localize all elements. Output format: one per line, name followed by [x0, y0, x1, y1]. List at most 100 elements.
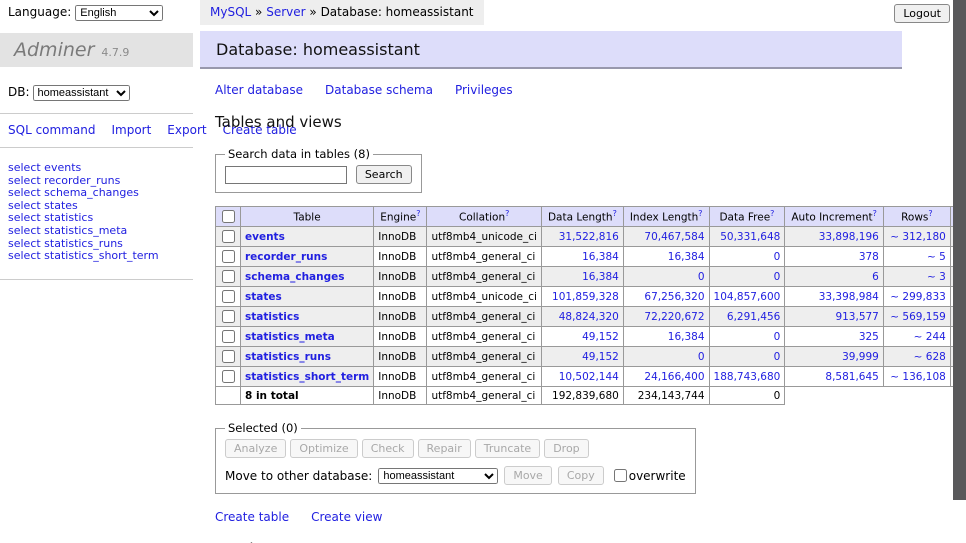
overwrite-checkbox[interactable] — [614, 469, 627, 482]
table-name-link[interactable]: statistics_meta — [245, 331, 335, 343]
auto-increment-cell[interactable]: 6 — [785, 267, 884, 287]
engine-cell: InnoDB — [374, 227, 427, 247]
table-name-link[interactable]: states — [245, 291, 282, 303]
help-icon[interactable]: ? — [416, 209, 420, 218]
rows-count-cell[interactable]: ~ 569,159 — [883, 307, 950, 327]
sidebar-select-table-link[interactable]: select recorder_runs — [8, 174, 120, 187]
row-checkbox[interactable] — [222, 370, 235, 383]
move-database-select[interactable]: homeassistant — [378, 468, 498, 484]
auto-increment-cell[interactable]: 33,398,984 — [785, 287, 884, 307]
table-name-link[interactable]: recorder_runs — [245, 251, 327, 263]
table-operation-button[interactable]: Analyze — [225, 439, 286, 458]
language-select[interactable]: English — [75, 5, 163, 21]
table-operation-button[interactable]: Check — [362, 439, 414, 458]
data-length-cell[interactable]: 101,859,328 — [541, 287, 623, 307]
move-copy-button[interactable]: Move — [504, 466, 552, 485]
auto-increment-cell[interactable]: 325 — [785, 327, 884, 347]
search-input[interactable] — [225, 166, 347, 184]
index-length-cell[interactable]: 16,384 — [623, 247, 709, 267]
row-checkbox[interactable] — [222, 350, 235, 363]
data-free-cell[interactable]: 0 — [709, 327, 785, 347]
index-length-cell[interactable]: 70,467,584 — [623, 227, 709, 247]
create-table-link[interactable]: Create table — [215, 510, 289, 524]
table-operation-button[interactable]: Drop — [544, 439, 588, 458]
sidebar-select-table-link[interactable]: select events — [8, 161, 81, 174]
index-length-cell[interactable]: 16,384 — [623, 327, 709, 347]
row-checkbox[interactable] — [222, 310, 235, 323]
auto-increment-cell[interactable]: 913,577 — [785, 307, 884, 327]
breadcrumb-server-link[interactable]: Server — [266, 5, 305, 19]
scrollbar-thumb[interactable] — [953, 0, 966, 500]
create-view-link[interactable]: Create view — [311, 510, 382, 524]
auto-increment-cell[interactable]: 8,581,645 — [785, 367, 884, 387]
data-length-cell[interactable]: 49,152 — [541, 327, 623, 347]
table-operation-button[interactable]: Optimize — [290, 439, 357, 458]
rows-count-cell[interactable]: ~ 244 — [883, 327, 950, 347]
alter-database-link[interactable]: Alter database — [215, 83, 303, 97]
data-length-cell[interactable]: 16,384 — [541, 247, 623, 267]
total-index-length-cell: 234,143,744 — [623, 387, 709, 405]
sidebar-select-table-link[interactable]: select schema_changes — [8, 186, 139, 199]
index-length-cell[interactable]: 72,220,672 — [623, 307, 709, 327]
sidebar-link-sql-command[interactable]: SQL command — [8, 123, 95, 137]
rows-count-cell[interactable]: ~ 628 — [883, 347, 950, 367]
auto-increment-cell[interactable]: 39,999 — [785, 347, 884, 367]
data-free-cell[interactable]: 6,291,456 — [709, 307, 785, 327]
table-operation-button[interactable]: Truncate — [475, 439, 540, 458]
data-length-cell[interactable]: 10,502,144 — [541, 367, 623, 387]
select-all-checkbox[interactable] — [222, 210, 235, 223]
sidebar-select-table-link[interactable]: select statistics — [8, 211, 93, 224]
row-checkbox[interactable] — [222, 270, 235, 283]
data-free-cell[interactable]: 0 — [709, 267, 785, 287]
help-icon[interactable]: ? — [505, 209, 509, 218]
table-name-link[interactable]: statistics_short_term — [245, 371, 369, 383]
table-name-link[interactable]: events — [245, 231, 285, 243]
rows-count-cell[interactable]: ~ 3 — [883, 267, 950, 287]
sidebar-select-table-link[interactable]: select statistics_runs — [8, 237, 123, 250]
move-copy-button[interactable]: Copy — [558, 466, 604, 485]
index-length-cell[interactable]: 0 — [623, 267, 709, 287]
index-length-cell[interactable]: 0 — [623, 347, 709, 367]
table-name-link[interactable]: statistics_runs — [245, 351, 331, 363]
data-length-cell[interactable]: 31,522,816 — [541, 227, 623, 247]
auto-increment-cell[interactable]: 378 — [785, 247, 884, 267]
auto-increment-cell[interactable]: 33,898,196 — [785, 227, 884, 247]
sidebar-select-table-link[interactable]: select statistics_meta — [8, 224, 127, 237]
data-free-cell[interactable]: 104,857,600 — [709, 287, 785, 307]
data-length-cell[interactable]: 16,384 — [541, 267, 623, 287]
logout-button[interactable]: Logout — [894, 4, 950, 23]
help-icon[interactable]: ? — [928, 209, 932, 218]
rows-count-cell[interactable]: ~ 299,833 — [883, 287, 950, 307]
data-length-cell[interactable]: 49,152 — [541, 347, 623, 367]
rows-count-cell[interactable]: ~ 312,180 — [883, 227, 950, 247]
data-free-cell[interactable]: 0 — [709, 347, 785, 367]
database-schema-link[interactable]: Database schema — [325, 83, 433, 97]
privileges-link[interactable]: Privileges — [455, 83, 513, 97]
help-icon[interactable]: ? — [613, 209, 617, 218]
data-free-cell[interactable]: 188,743,680 — [709, 367, 785, 387]
sidebar-select-table-link[interactable]: select states — [8, 199, 78, 212]
row-checkbox[interactable] — [222, 290, 235, 303]
breadcrumb-mysql-link[interactable]: MySQL — [210, 5, 251, 19]
rows-count-cell[interactable]: ~ 5 — [883, 247, 950, 267]
row-checkbox[interactable] — [222, 230, 235, 243]
row-checkbox[interactable] — [222, 330, 235, 343]
help-icon[interactable]: ? — [770, 209, 774, 218]
table-operation-button[interactable]: Repair — [418, 439, 471, 458]
table-name-link[interactable]: schema_changes — [245, 271, 345, 283]
data-length-cell[interactable]: 48,824,320 — [541, 307, 623, 327]
sidebar-select-table-link[interactable]: select statistics_short_term — [8, 249, 159, 262]
index-length-cell[interactable]: 67,256,320 — [623, 287, 709, 307]
index-length-cell[interactable]: 24,166,400 — [623, 367, 709, 387]
data-free-cell[interactable]: 0 — [709, 247, 785, 267]
data-free-cell[interactable]: 50,331,648 — [709, 227, 785, 247]
row-checkbox[interactable] — [222, 250, 235, 263]
vertical-scrollbar[interactable] — [953, 0, 966, 543]
help-icon[interactable]: ? — [873, 209, 877, 218]
search-button[interactable]: Search — [356, 165, 412, 184]
rows-count-cell[interactable]: ~ 136,108 — [883, 367, 950, 387]
sidebar-link-import[interactable]: Import — [111, 123, 151, 137]
db-select[interactable]: homeassistant — [33, 85, 130, 101]
help-icon[interactable]: ? — [698, 209, 702, 218]
table-name-link[interactable]: statistics — [245, 311, 299, 323]
